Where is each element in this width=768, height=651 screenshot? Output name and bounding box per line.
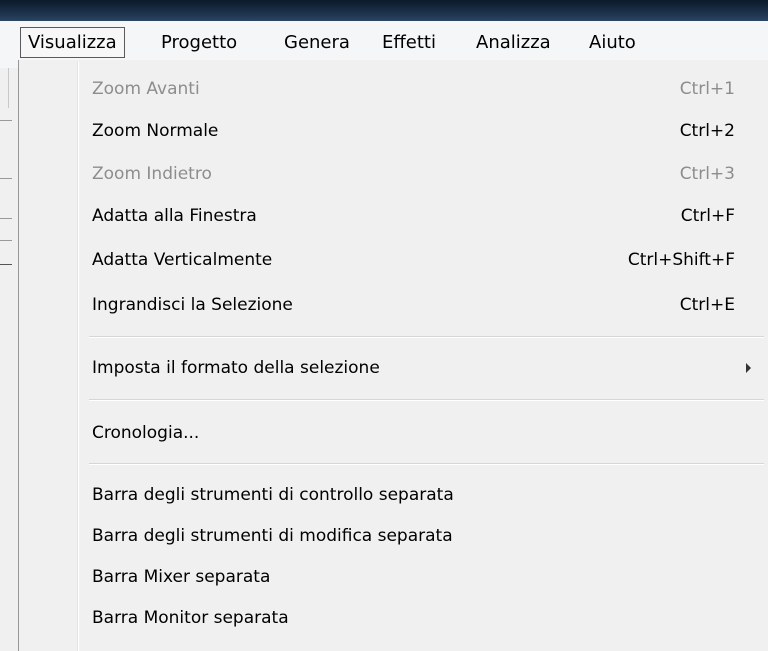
menu-effetti[interactable]: Effetti: [375, 28, 443, 57]
menu-item-label: Barra degli strumenti di modifica separa…: [92, 526, 453, 546]
menu-item-label: Adatta Verticalmente: [92, 250, 273, 270]
menu-item-shortcut: Ctrl+Shift+F: [627, 250, 735, 270]
menu-item-zoom-normale[interactable]: Zoom Normale Ctrl+2: [19, 111, 768, 151]
menu-item-label: Zoom Normale: [92, 121, 219, 141]
menu-separator: [89, 463, 764, 465]
menu-genera[interactable]: Genera: [277, 28, 357, 57]
menu-item-label: Barra degli strumenti di controllo separ…: [92, 485, 454, 505]
menu-item-label: Barra Monitor separata: [92, 608, 289, 628]
menu-item-barra-monitor-separata[interactable]: Barra Monitor separata: [19, 598, 768, 638]
menu-analizza[interactable]: Analizza: [469, 28, 558, 57]
menu-item-label: Barra Mixer separata: [92, 567, 271, 587]
menu-item-imposta-formato-selezione[interactable]: Imposta il formato della selezione: [19, 348, 768, 388]
menu-aiuto[interactable]: Aiuto: [582, 28, 643, 57]
menu-progetto[interactable]: Progetto: [154, 28, 244, 57]
window-title-strip: [0, 0, 768, 21]
menu-separator: [89, 399, 764, 401]
menu-item-zoom-avanti[interactable]: Zoom Avanti Ctrl+1: [19, 69, 768, 109]
menu-visualizza[interactable]: Visualizza: [20, 27, 125, 58]
menu-item-shortcut: Ctrl+E: [679, 295, 735, 315]
menu-item-label: Imposta il formato della selezione: [92, 358, 380, 378]
menu-item-adatta-verticalmente[interactable]: Adatta Verticalmente Ctrl+Shift+F: [19, 240, 768, 280]
menu-item-label: Zoom Indietro: [92, 164, 212, 184]
menu-item-label: Cronologia...: [92, 423, 200, 443]
menu-item-shortcut: Ctrl+3: [679, 164, 735, 184]
menu-item-label: Adatta alla Finestra: [92, 206, 257, 226]
menu-item-barra-mixer-separata[interactable]: Barra Mixer separata: [19, 557, 768, 597]
background-window-edge: [0, 68, 18, 651]
chevron-right-icon: [746, 363, 751, 373]
menu-item-ingrandisci-selezione[interactable]: Ingrandisci la Selezione Ctrl+E: [19, 285, 768, 325]
menu-item-shortcut: Ctrl+2: [679, 121, 735, 141]
menu-item-label: Ingrandisci la Selezione: [92, 295, 293, 315]
menu-item-barra-modifica-separata[interactable]: Barra degli strumenti di modifica separa…: [19, 516, 768, 556]
menu-item-adatta-finestra[interactable]: Adatta alla Finestra Ctrl+F: [19, 196, 768, 236]
visualizza-dropdown-menu: Zoom Avanti Ctrl+1 Zoom Normale Ctrl+2 Z…: [18, 60, 768, 651]
menu-item-barra-controllo-separata[interactable]: Barra degli strumenti di controllo separ…: [19, 475, 768, 515]
menu-separator: [89, 336, 764, 338]
menu-item-cronologia[interactable]: Cronologia...: [19, 413, 768, 453]
menu-item-zoom-indietro[interactable]: Zoom Indietro Ctrl+3: [19, 154, 768, 194]
menu-item-shortcut: Ctrl+1: [679, 79, 735, 99]
menu-item-shortcut: Ctrl+F: [680, 206, 735, 226]
menu-item-label: Zoom Avanti: [92, 79, 200, 99]
